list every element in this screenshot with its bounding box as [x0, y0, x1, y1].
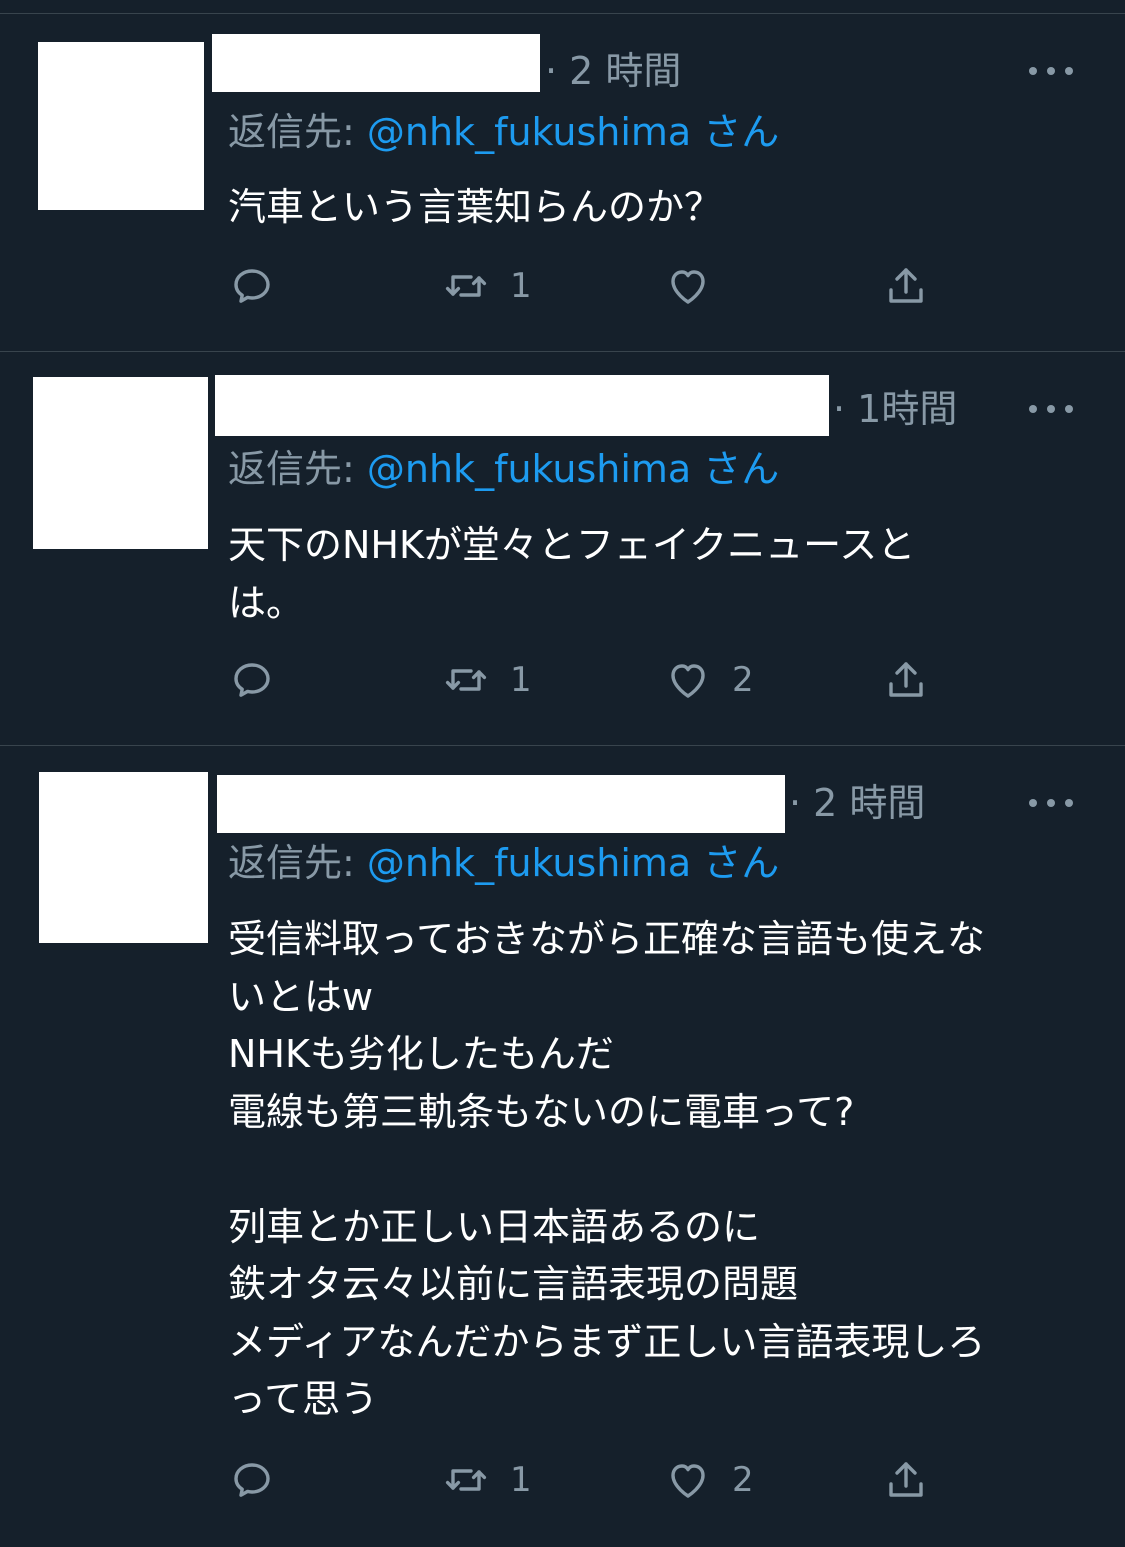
like-button[interactable]: 2 — [664, 1455, 754, 1505]
tweet-text: 汽車という言葉知らんのか？ — [228, 185, 723, 229]
reply-context: 返信先: @nhk_fukushima さん — [228, 450, 779, 488]
reply-button[interactable] — [228, 1455, 276, 1505]
tweet-timestamp[interactable]: · 1時間 — [833, 390, 957, 428]
tweet-2[interactable]: · 1時間 返信先: @nhk_fukushima さん 天下のNHKが堂々とフ… — [0, 351, 1125, 746]
retweet-icon — [445, 275, 487, 297]
retweet-count: 1 — [510, 266, 532, 306]
share-button[interactable] — [882, 1455, 930, 1505]
reply-icon — [234, 269, 270, 303]
more-options-icon[interactable] — [1029, 64, 1073, 78]
share-icon — [889, 662, 923, 697]
like-button[interactable]: 2 — [664, 655, 754, 705]
tweet-text: 天下のNHKが堂々とフェイクニュースと は。 — [228, 523, 916, 625]
heart-icon — [671, 270, 705, 304]
reply-suffix: さん — [691, 447, 780, 491]
reply-handle-link[interactable]: @nhk_fukushima — [367, 110, 691, 154]
share-icon — [889, 1462, 923, 1497]
tweet-actions: 1 2 — [228, 655, 948, 705]
more-options-icon[interactable] — [1029, 796, 1073, 810]
display-name-redacted[interactable] — [215, 375, 829, 436]
tweet-actions: 1 — [228, 261, 948, 311]
avatar[interactable] — [38, 42, 204, 210]
retweet-icon — [445, 669, 487, 691]
reply-suffix: さん — [691, 110, 780, 154]
reply-context: 返信先: @nhk_fukushima さん — [228, 844, 779, 882]
display-name-redacted[interactable] — [217, 775, 785, 833]
like-count: 2 — [732, 1460, 754, 1500]
reply-icon — [234, 1463, 270, 1497]
like-count: 2 — [732, 660, 754, 700]
tweet-text: 受信料取っておきながら正確な言語も使えな いとはw NHKも劣化したもんだ 電線… — [228, 917, 986, 1421]
heart-icon — [671, 1464, 705, 1498]
reply-handle-link[interactable]: @nhk_fukushima — [367, 841, 691, 885]
reply-context: 返信先: @nhk_fukushima さん — [228, 113, 779, 151]
tweet-3[interactable]: · 2 時間 返信先: @nhk_fukushima さん 受信料取っておきなが… — [0, 745, 1125, 1547]
tweet-actions: 1 2 — [228, 1455, 948, 1505]
retweet-icon — [445, 1469, 487, 1491]
retweet-count: 1 — [510, 660, 532, 700]
reply-prefix: 返信先: — [228, 110, 367, 154]
retweet-button[interactable]: 1 — [442, 1455, 532, 1505]
reply-button[interactable] — [228, 655, 276, 705]
tweet-1[interactable]: · 2 時間 返信先: @nhk_fukushima さん 汽車という言葉知らん… — [0, 13, 1125, 352]
share-icon — [889, 268, 923, 303]
more-options-icon[interactable] — [1029, 402, 1073, 416]
retweet-button[interactable]: 1 — [442, 655, 532, 705]
share-button[interactable] — [882, 261, 930, 311]
display-name-redacted[interactable] — [212, 34, 540, 92]
avatar[interactable] — [39, 772, 208, 943]
avatar[interactable] — [33, 377, 208, 549]
reply-prefix: 返信先: — [228, 447, 367, 491]
heart-icon — [671, 664, 705, 698]
like-button[interactable] — [664, 261, 732, 311]
share-button[interactable] — [882, 655, 930, 705]
reply-button[interactable] — [228, 261, 276, 311]
reply-icon — [234, 663, 270, 697]
reply-suffix: さん — [691, 841, 780, 885]
tweet-timestamp[interactable]: · 2 時間 — [789, 784, 925, 822]
tweet-timestamp[interactable]: · 2 時間 — [545, 52, 681, 90]
reply-handle-link[interactable]: @nhk_fukushima — [367, 447, 691, 491]
reply-prefix: 返信先: — [228, 841, 367, 885]
retweet-button[interactable]: 1 — [442, 261, 532, 311]
retweet-count: 1 — [510, 1460, 532, 1500]
